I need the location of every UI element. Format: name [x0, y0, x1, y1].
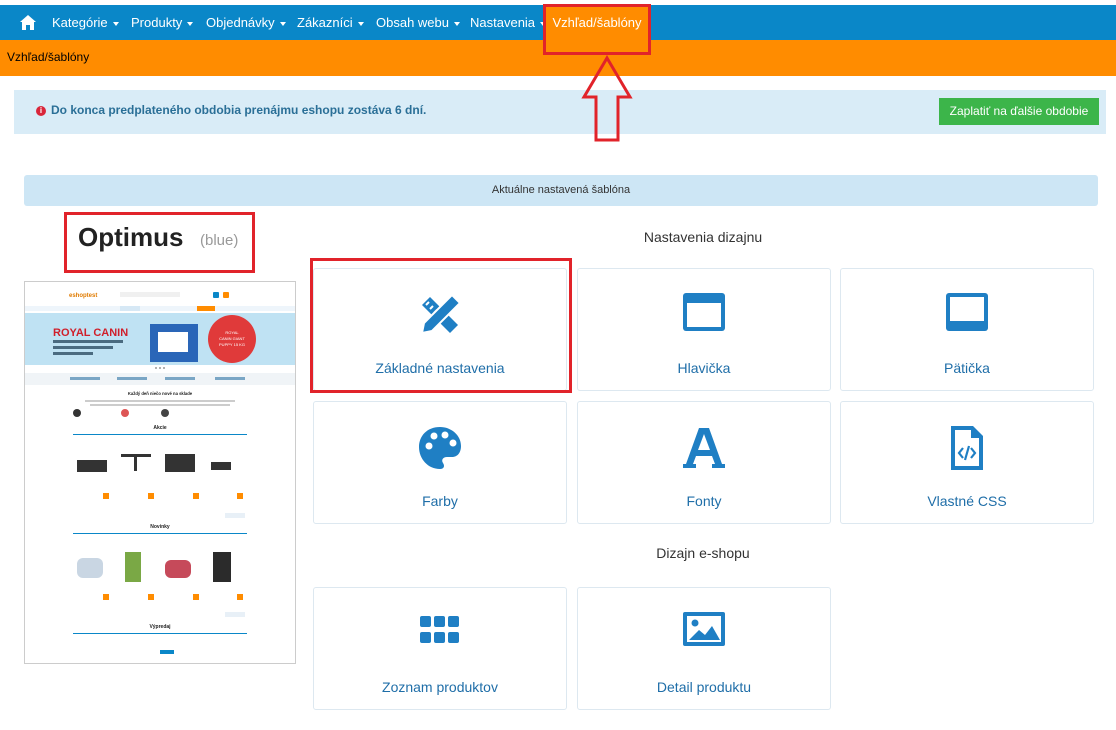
svg-text:Výpredaj: Výpredaj	[149, 624, 171, 630]
nav-obsah-webu[interactable]: Obsah webu	[376, 5, 460, 40]
grid-icon	[420, 616, 459, 643]
card-detail-produktu[interactable]: Detail produktu	[577, 587, 831, 710]
card-zoznam-produktov[interactable]: Zoznam produktov	[313, 587, 567, 710]
pay-next-period-button[interactable]: Zaplatiť na ďalšie obdobie	[939, 98, 1099, 125]
svg-text:CANIN GIANT: CANIN GIANT	[219, 336, 245, 341]
svg-text:eshoptest: eshoptest	[69, 293, 97, 299]
card-label: Vlastné CSS	[927, 493, 1007, 509]
window-footer-icon	[946, 293, 988, 331]
up-arrow-icon	[581, 55, 633, 142]
card-paticka[interactable]: Pätička	[840, 268, 1094, 391]
preview-thumbnail: eshoptest ROYAL CANIN ROYAL CANIN GIANT …	[25, 282, 295, 663]
card-label: Detail produktu	[656, 679, 752, 695]
window-header-icon	[683, 293, 725, 331]
font-icon	[683, 428, 725, 468]
card-label: Farby	[422, 493, 458, 509]
chevron-down-icon	[279, 21, 286, 26]
svg-text:ROYAL: ROYAL	[225, 330, 239, 335]
template-variant: (blue)	[200, 232, 239, 249]
svg-text:Akcie: Akcie	[153, 425, 167, 431]
nav-nastavenia[interactable]: Nastavenia	[470, 5, 547, 40]
card-zakladne-nastavenia[interactable]: Základné nastavenia	[313, 268, 567, 391]
subscription-alert: i Do konca predplateného obdobia prenájmu…	[14, 90, 1106, 134]
card-vlastne-css[interactable]: Vlastné CSS	[840, 401, 1094, 524]
nav-kategorie[interactable]: Kategórie	[52, 5, 119, 40]
pencil-ruler-icon	[420, 293, 462, 335]
alert-message: Do konca predplateného obdobia prenájmu …	[51, 103, 427, 117]
breadcrumb-bar: Vzhľad/šablóny	[0, 40, 1116, 76]
palette-icon	[419, 427, 461, 469]
breadcrumb: Vzhľad/šablóny	[7, 50, 90, 64]
info-icon: i	[36, 106, 46, 116]
svg-text:Každý deň niečo nové na sklade: Každý deň niečo nové na sklade	[128, 391, 193, 396]
image-icon	[683, 612, 725, 646]
card-label: Fonty	[686, 493, 722, 509]
nav-objednavky[interactable]: Objednávky	[206, 5, 286, 40]
nav-zakaznici[interactable]: Zákazníci	[297, 5, 364, 40]
svg-text:ROYAL CANIN: ROYAL CANIN	[53, 327, 128, 339]
card-label: Hlavička	[677, 360, 731, 376]
card-label: Zoznam produktov	[382, 679, 498, 695]
card-label: Základné nastavenia	[375, 360, 505, 376]
chevron-down-icon	[454, 21, 460, 26]
home-icon[interactable]	[19, 14, 37, 31]
chevron-down-icon	[357, 21, 364, 26]
card-label: Pätička	[944, 360, 990, 376]
design-settings-title: Nastavenia dizajnu	[643, 229, 763, 245]
chevron-down-icon	[112, 21, 119, 26]
shop-design-title: Dizajn e-shopu	[656, 545, 750, 561]
card-fonty[interactable]: Fonty	[577, 401, 831, 524]
card-hlavicka[interactable]: Hlavička	[577, 268, 831, 391]
nav-vzhlad-sablony[interactable]: Vzhľad/šablóny	[546, 5, 648, 40]
chevron-down-icon	[187, 21, 194, 26]
template-name: Optimus	[78, 222, 184, 252]
card-farby[interactable]: Farby	[313, 401, 567, 524]
current-template-header: Aktuálne nastavená šablóna	[24, 175, 1098, 206]
template-preview-image: eshoptest ROYAL CANIN ROYAL CANIN GIANT …	[24, 281, 296, 664]
nav-produkty[interactable]: Produkty	[131, 5, 194, 40]
svg-text:PUPPY 15 KG: PUPPY 15 KG	[219, 342, 245, 347]
code-file-icon	[951, 426, 983, 470]
svg-text:Novinky: Novinky	[150, 524, 170, 530]
